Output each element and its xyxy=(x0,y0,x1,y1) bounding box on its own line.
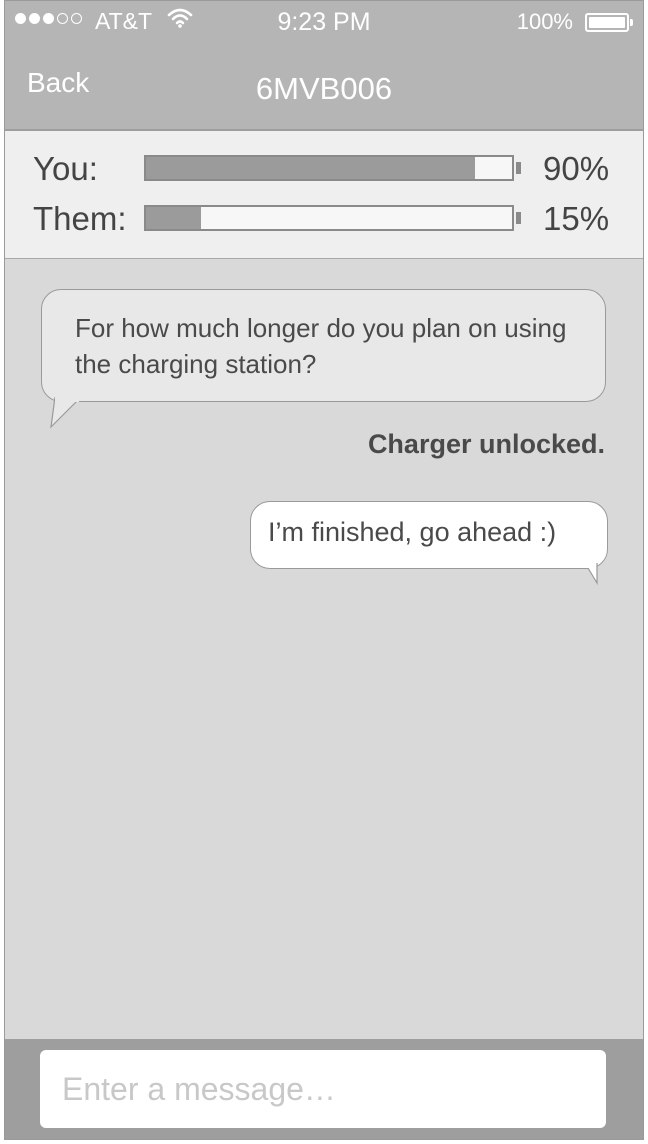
header: AT&T 9:23 PM 100% Back 6MVB006 xyxy=(5,1,643,131)
charge-row-them: Them: 15% xyxy=(5,199,643,239)
charge-value-them: 15% xyxy=(543,200,610,237)
charge-bar-fill-them xyxy=(146,207,201,229)
outgoing-message-bubble: I’m finished, go ahead :) xyxy=(250,501,608,569)
battery-icon xyxy=(585,13,633,32)
page-title: 6MVB006 xyxy=(255,71,393,106)
charge-row-you: You: 90% xyxy=(5,149,643,189)
charge-bar-fill-you xyxy=(146,157,476,179)
battery-nub xyxy=(630,19,633,26)
battery-percent: 100% xyxy=(516,9,573,34)
charge-label-you: You: xyxy=(33,150,98,187)
charge-bar-you xyxy=(144,155,521,181)
charge-status-panel: You: 90% Them: 15% xyxy=(5,131,643,259)
battery-tip-icon xyxy=(516,212,521,224)
system-message: Charger unlocked. xyxy=(367,429,605,459)
phone-screen: AT&T 9:23 PM 100% Back 6MVB006 You: 90% … xyxy=(4,0,644,1140)
message-input[interactable] xyxy=(40,1050,606,1128)
outgoing-message-text: I’m finished, go ahead :) xyxy=(268,517,557,547)
message-composer xyxy=(5,1039,643,1139)
chat-thread[interactable]: For how much longer do you plan on using… xyxy=(5,259,643,1039)
incoming-message-text: For how much longer do you plan on using… xyxy=(75,313,567,379)
incoming-message-bubble: For how much longer do you plan on using… xyxy=(41,289,606,402)
incoming-bubble-tail xyxy=(50,397,79,429)
battery-level-fill xyxy=(589,17,625,28)
status-bar: AT&T 9:23 PM 100% xyxy=(5,5,643,39)
charge-bar-them xyxy=(144,205,521,231)
charge-label-them: Them: xyxy=(33,200,127,237)
battery-tip-icon xyxy=(516,162,521,174)
charge-value-you: 90% xyxy=(543,150,610,187)
outgoing-bubble-tail xyxy=(583,563,598,585)
